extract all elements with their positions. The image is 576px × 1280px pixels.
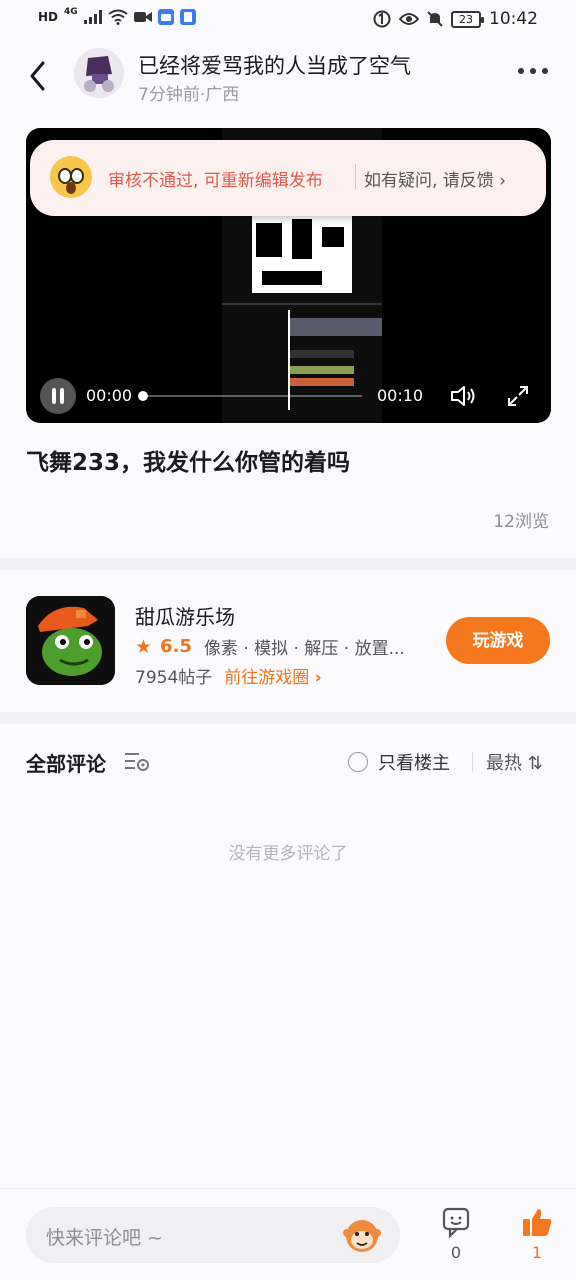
game-stats: ★ 6.5 像素 · 模拟 · 解压 · 放置... bbox=[135, 634, 405, 660]
melon-character-icon bbox=[26, 596, 115, 685]
network-label: 4G bbox=[64, 7, 78, 17]
battery-level: 23 bbox=[459, 12, 473, 26]
comment-bubble-icon[interactable] bbox=[436, 1207, 476, 1239]
game-post-count: 7954帖子 bbox=[135, 668, 213, 688]
video-frame-content bbox=[252, 213, 352, 293]
review-rejected-banner[interactable]: 审核不通过, 可重新编辑发布 如有疑问, 请反馈 › bbox=[30, 140, 546, 216]
volume-icon[interactable] bbox=[450, 384, 478, 408]
taobao-app-icon bbox=[157, 9, 174, 25]
video-controls: 00:00 00:10 bbox=[26, 378, 551, 418]
game-rating: 6.5 bbox=[160, 636, 192, 657]
goto-game-circle-label: 前往游戏圈 bbox=[224, 668, 310, 688]
game-tags: 像素 · 模拟 · 解压 · 放置... bbox=[203, 639, 405, 659]
post-header: 已经将爱骂我的人当成了空气 7分钟前·广西 bbox=[0, 44, 576, 108]
chevron-right-icon: › bbox=[314, 668, 322, 688]
feedback-link[interactable]: 如有疑问, 请反馈 › bbox=[364, 166, 506, 191]
comment-filter-icon[interactable] bbox=[124, 750, 150, 772]
video-player[interactable]: 审核不通过, 可重新编辑发布 如有疑问, 请反馈 › 00:00 00:10 bbox=[26, 128, 551, 423]
mute-bell-icon bbox=[427, 11, 443, 27]
section-divider bbox=[0, 712, 576, 724]
only-host-label: 只看楼主 bbox=[378, 753, 450, 774]
game-icon[interactable] bbox=[26, 596, 115, 685]
status-right: 23 10:42 bbox=[373, 9, 538, 29]
view-count: 12浏览 bbox=[493, 512, 549, 532]
status-left: HD 4G bbox=[38, 7, 196, 25]
comments-title: 全部评论 bbox=[26, 752, 106, 776]
game-name[interactable]: 甜瓜游乐场 bbox=[135, 601, 235, 630]
only-host-toggle[interactable]: 只看楼主 bbox=[348, 749, 450, 775]
avatar[interactable] bbox=[74, 48, 124, 98]
sort-selector[interactable]: 最热 ⇅ bbox=[486, 749, 543, 775]
only-host-radio[interactable] bbox=[348, 752, 368, 772]
sort-divider bbox=[472, 752, 473, 772]
avatar-image bbox=[74, 48, 124, 98]
seek-handle[interactable] bbox=[138, 391, 148, 401]
post-title: 飞舞233，我发什么你管的着吗 bbox=[26, 450, 351, 476]
bottom-action-bar: 快来评论吧 ~ 0 1 bbox=[0, 1188, 576, 1280]
shocked-face-icon bbox=[50, 156, 92, 198]
data-saver-icon bbox=[373, 10, 391, 28]
goto-game-circle-link[interactable]: 前往游戏圈 › bbox=[224, 663, 321, 688]
more-options-icon[interactable] bbox=[518, 68, 548, 74]
total-time: 00:10 bbox=[377, 386, 424, 405]
current-time: 00:00 bbox=[86, 386, 133, 405]
clock: 10:42 bbox=[489, 9, 538, 29]
signal-icon bbox=[83, 10, 102, 24]
section-divider bbox=[0, 558, 576, 570]
battery-indicator: 23 bbox=[451, 10, 484, 28]
post-author-title[interactable]: 已经将爱骂我的人当成了空气 bbox=[138, 50, 411, 80]
monkey-emoji-icon[interactable] bbox=[342, 1215, 382, 1255]
video-camera-icon bbox=[133, 12, 152, 22]
pause-icon[interactable] bbox=[40, 378, 76, 414]
play-game-button[interactable]: 玩游戏 bbox=[446, 617, 550, 664]
post-time-location: 7分钟前·广西 bbox=[138, 85, 240, 105]
comment-count: 0 bbox=[450, 1243, 462, 1262]
back-arrow-icon[interactable] bbox=[26, 58, 50, 94]
comment-placeholder: 快来评论吧 ~ bbox=[46, 1227, 163, 1249]
review-rejected-text: 审核不通过, 可重新编辑发布 bbox=[108, 171, 323, 191]
wifi-icon bbox=[108, 9, 128, 25]
seek-bar[interactable] bbox=[142, 395, 362, 397]
game-community: 7954帖子 前往游戏圈 › bbox=[135, 663, 322, 688]
banner-divider bbox=[355, 164, 356, 190]
thumbs-up-icon[interactable] bbox=[517, 1207, 557, 1239]
status-bar: HD 4G 23 10:42 bbox=[0, 0, 576, 40]
hd-label: HD bbox=[38, 10, 59, 24]
like-count: 1 bbox=[531, 1243, 543, 1262]
star-icon: ★ bbox=[135, 635, 153, 658]
app-notification-icon bbox=[179, 9, 196, 25]
eye-comfort-icon bbox=[399, 13, 419, 25]
comment-input[interactable]: 快来评论吧 ~ bbox=[26, 1207, 400, 1263]
fullscreen-icon[interactable] bbox=[506, 384, 530, 408]
no-more-comments: 没有更多评论了 bbox=[228, 844, 348, 864]
